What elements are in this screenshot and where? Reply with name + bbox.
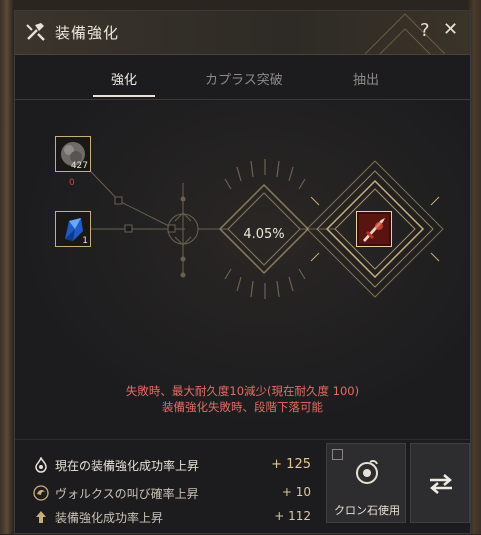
- material-count: 427: [70, 161, 88, 171]
- valks-count: 1: [82, 236, 88, 246]
- flame-icon: [35, 457, 47, 473]
- warning-downgrade: 装備強化失敗時、段階下落可能: [162, 400, 323, 414]
- cron-stone-button[interactable]: クロン石使用: [326, 443, 406, 523]
- valks-cry-icon: [33, 485, 49, 501]
- stats-panel: 現在の装備強化成功率上昇 + 125 ヴォルクスの叫び確率上昇 + 10 装備強…: [15, 441, 325, 535]
- tab-extract[interactable]: 抽出: [353, 69, 379, 88]
- stat-label-valks-cry: ヴォルクスの叫び確率上昇: [55, 487, 199, 501]
- weapon-icon: [359, 214, 389, 244]
- stat-value-current: + 125: [271, 457, 311, 472]
- title-bar[interactable]: 装備強化 ? ✕: [15, 11, 470, 55]
- success-rate: 4.05%: [243, 227, 285, 242]
- hammer-icon: [26, 23, 45, 41]
- swap-icon: [430, 474, 452, 494]
- tab-enhance[interactable]: 強化: [111, 69, 137, 88]
- material-slot[interactable]: 427: [55, 136, 91, 172]
- active-tab-indicator: [93, 95, 155, 97]
- close-button[interactable]: ✕: [443, 19, 458, 40]
- arrow-up-icon: [36, 511, 46, 523]
- cron-stone-label: クロン石使用: [334, 504, 400, 517]
- stat-value-valks-cry: + 10: [281, 485, 311, 499]
- cron-stone-icon: [356, 460, 378, 484]
- divider: [15, 439, 470, 440]
- stat-label-current: 現在の装備強化成功率上昇: [55, 459, 200, 473]
- tab-bar: 強化 カプラス突破 抽出: [15, 55, 470, 100]
- stat-value-success: + 112: [274, 509, 311, 523]
- swap-button[interactable]: [410, 443, 470, 523]
- valks-slot[interactable]: 1: [55, 211, 91, 247]
- stat-row-current: 現在の装備強化成功率上昇 + 125: [15, 455, 325, 477]
- enhancement-window: 装備強化 ? ✕ 強化 カプラス突破 抽出 427 0 1 4.05% 失敗時、…: [14, 10, 471, 534]
- warning-durability: 失敗時、最大耐久度10減少(現在耐久度 100): [125, 384, 360, 398]
- help-button[interactable]: ?: [420, 20, 430, 41]
- background-left: [0, 0, 14, 534]
- warning-text: 失敗時、最大耐久度10減少(現在耐久度 100) 装備強化失敗時、段階下落可能: [15, 383, 470, 415]
- tab-caphras[interactable]: カプラス突破: [205, 69, 283, 88]
- stat-row-success: 装備強化成功率上昇 + 112: [15, 507, 325, 529]
- stat-row-valks-cry: ヴォルクスの叫び確率上昇 + 10: [15, 483, 325, 505]
- cron-checkbox[interactable]: [332, 449, 343, 460]
- stat-label-success: 装備強化成功率上昇: [55, 511, 164, 525]
- window-title: 装備強化: [55, 24, 120, 42]
- enhancement-stage: 427 0 1 4.05%: [15, 101, 470, 431]
- material-sub-value: 0: [69, 178, 75, 188]
- title-ornament: [364, 13, 445, 54]
- target-item-slot[interactable]: [356, 211, 392, 247]
